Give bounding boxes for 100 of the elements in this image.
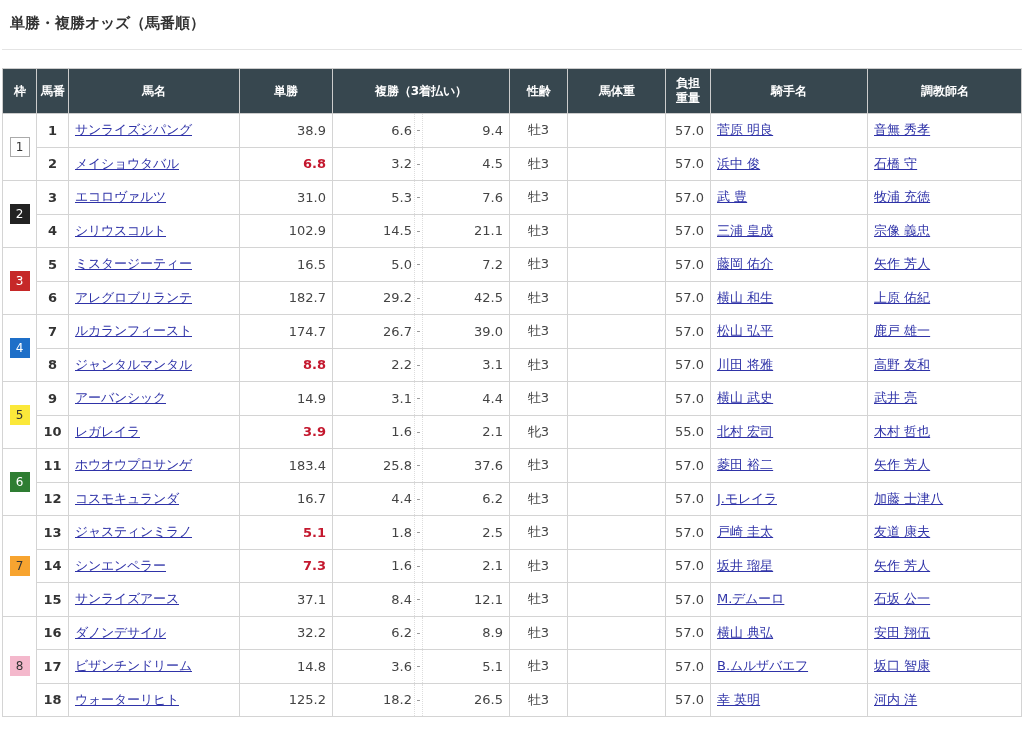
bracket-badge: 4 bbox=[9, 338, 30, 358]
place-odds-high: 37.6 bbox=[422, 448, 510, 482]
sex-age: 牡3 bbox=[509, 180, 568, 214]
trainer-link[interactable]: 鹿戸 雄一 bbox=[874, 323, 931, 339]
range-separator: - bbox=[416, 458, 421, 473]
place-odds-low: 1.8 bbox=[332, 515, 415, 549]
trainer-link[interactable]: 河内 洋 bbox=[874, 691, 918, 707]
jockey-link[interactable]: 菅原 明良 bbox=[717, 122, 774, 138]
sex-age: 牡3 bbox=[509, 214, 568, 248]
horse-number: 8 bbox=[36, 348, 69, 382]
range-separator: - bbox=[416, 692, 421, 707]
carried-weight: 57.0 bbox=[665, 214, 711, 248]
trainer-link[interactable]: 石橋 守 bbox=[874, 155, 918, 171]
sex-age: 牡3 bbox=[509, 683, 568, 717]
horse-number: 9 bbox=[36, 381, 69, 415]
jockey-link[interactable]: 北村 宏司 bbox=[717, 423, 774, 439]
horse-number: 10 bbox=[36, 415, 69, 449]
jockey-link[interactable]: 戸崎 圭太 bbox=[717, 524, 774, 540]
place-odds-low: 29.2 bbox=[332, 281, 415, 315]
win-odds: 5.1 bbox=[239, 515, 333, 549]
trainer-link[interactable]: 坂口 智康 bbox=[874, 658, 931, 674]
trainer-link[interactable]: 矢作 芳人 bbox=[874, 557, 931, 573]
win-odds: 8.8 bbox=[239, 348, 333, 382]
sex-age: 牡3 bbox=[509, 549, 568, 583]
place-odds-low: 6.6 bbox=[332, 113, 415, 147]
range-separator: - bbox=[416, 190, 421, 205]
horse-number: 16 bbox=[36, 616, 69, 650]
jockey-link[interactable]: 藤岡 佑介 bbox=[717, 256, 774, 272]
range-separator: - bbox=[416, 625, 421, 640]
carried-weight: 57.0 bbox=[665, 616, 711, 650]
trainer-link[interactable]: 上原 佑紀 bbox=[874, 289, 931, 305]
sex-age: 牡3 bbox=[509, 616, 568, 650]
jockey-link[interactable]: 浜中 俊 bbox=[717, 155, 761, 171]
bracket-badge: 3 bbox=[9, 271, 30, 291]
trainer-link[interactable]: 高野 友和 bbox=[874, 356, 931, 372]
place-odds-low: 5.3 bbox=[332, 180, 415, 214]
win-odds: 125.2 bbox=[239, 683, 333, 717]
win-odds: 182.7 bbox=[239, 281, 333, 315]
place-odds-low: 1.6 bbox=[332, 415, 415, 449]
jockey-link[interactable]: 川田 将雅 bbox=[717, 356, 774, 372]
place-odds-high: 4.4 bbox=[422, 381, 510, 415]
sex-age: 牡3 bbox=[509, 314, 568, 348]
carried-weight: 57.0 bbox=[665, 482, 711, 516]
sex-age: 牡3 bbox=[509, 381, 568, 415]
carried-weight: 57.0 bbox=[665, 381, 711, 415]
trainer-link[interactable]: 矢作 芳人 bbox=[874, 256, 931, 272]
column-header: 馬番 bbox=[36, 68, 69, 114]
column-header: 馬体重 bbox=[567, 68, 666, 114]
place-odds-high: 7.6 bbox=[422, 180, 510, 214]
range-separator: - bbox=[416, 659, 421, 674]
horse-name-link[interactable]: レガレイラ bbox=[75, 423, 140, 439]
place-odds-low: 26.7 bbox=[332, 314, 415, 348]
jockey-link[interactable]: 武 豊 bbox=[717, 189, 748, 205]
jockey-link[interactable]: 横山 典弘 bbox=[717, 624, 774, 640]
win-odds: 174.7 bbox=[239, 314, 333, 348]
carried-weight: 57.0 bbox=[665, 582, 711, 616]
sex-age: 牡3 bbox=[509, 649, 568, 683]
jockey-link[interactable]: J.モレイラ bbox=[717, 490, 777, 506]
place-odds-low: 3.1 bbox=[332, 381, 415, 415]
trainer-link[interactable]: 宗像 義忠 bbox=[874, 222, 931, 238]
carried-weight: 55.0 bbox=[665, 415, 711, 449]
trainer-link[interactable]: 矢作 芳人 bbox=[874, 457, 931, 473]
place-odds-high: 7.2 bbox=[422, 247, 510, 281]
place-odds-low: 1.6 bbox=[332, 549, 415, 583]
place-odds-low: 6.2 bbox=[332, 616, 415, 650]
win-odds: 102.9 bbox=[239, 214, 333, 248]
trainer-link[interactable]: 木村 哲也 bbox=[874, 423, 931, 439]
range-separator: - bbox=[416, 558, 421, 573]
jockey-link[interactable]: 三浦 皇成 bbox=[717, 222, 774, 238]
place-odds-high: 5.1 bbox=[422, 649, 510, 683]
jockey-link[interactable]: 坂井 瑠星 bbox=[717, 557, 774, 573]
range-separator: - bbox=[416, 324, 421, 339]
trainer-link[interactable]: 安田 翔伍 bbox=[874, 624, 931, 640]
win-odds: 7.3 bbox=[239, 549, 333, 583]
trainer-link[interactable]: 牧浦 充徳 bbox=[874, 189, 931, 205]
jockey-link[interactable]: 横山 武史 bbox=[717, 390, 774, 406]
trainer-link[interactable]: 音無 秀孝 bbox=[874, 122, 931, 138]
carried-weight: 57.0 bbox=[665, 549, 711, 583]
place-odds-high: 8.9 bbox=[422, 616, 510, 650]
range-separator: - bbox=[416, 592, 421, 607]
jockey-link[interactable]: 横山 和生 bbox=[717, 289, 774, 305]
place-odds-high: 6.2 bbox=[422, 482, 510, 516]
trainer-link[interactable]: 友道 康夫 bbox=[874, 524, 931, 540]
carried-weight: 57.0 bbox=[665, 649, 711, 683]
jockey-link[interactable]: 菱田 裕二 bbox=[717, 457, 774, 473]
place-odds-high: 21.1 bbox=[422, 214, 510, 248]
jockey-link[interactable]: 松山 弘平 bbox=[717, 323, 774, 339]
column-header: 枠 bbox=[2, 68, 37, 114]
sex-age: 牡3 bbox=[509, 582, 568, 616]
trainer-link[interactable]: 石坂 公一 bbox=[874, 591, 931, 607]
sex-age: 牝3 bbox=[509, 415, 568, 449]
bracket-badge: 6 bbox=[9, 472, 30, 492]
column-header: 単勝 bbox=[239, 68, 333, 114]
range-separator: - bbox=[416, 290, 421, 305]
jockey-link[interactable]: 幸 英明 bbox=[717, 691, 761, 707]
horse-number: 18 bbox=[36, 683, 69, 717]
bracket-badge: 1 bbox=[9, 137, 30, 157]
place-odds-high: 26.5 bbox=[422, 683, 510, 717]
trainer-link[interactable]: 武井 亮 bbox=[874, 390, 918, 406]
horse-number: 17 bbox=[36, 649, 69, 683]
